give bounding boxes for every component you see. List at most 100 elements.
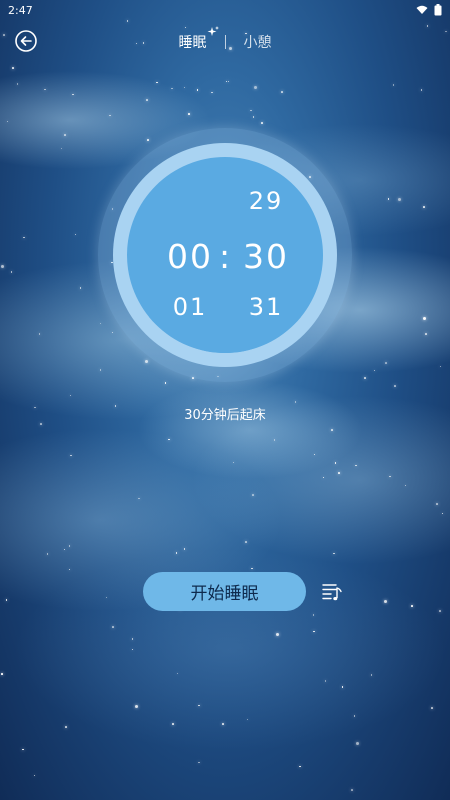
star <box>183 548 186 550</box>
star <box>68 568 71 571</box>
status-time: 2:47 <box>8 3 33 17</box>
star <box>225 80 228 83</box>
star <box>356 742 360 746</box>
star <box>441 512 443 515</box>
star <box>172 723 174 725</box>
star <box>5 599 8 601</box>
star <box>299 765 301 768</box>
star <box>245 541 247 543</box>
star <box>109 114 111 117</box>
star <box>322 476 325 479</box>
star <box>246 718 249 721</box>
star <box>138 497 140 500</box>
star <box>147 139 149 141</box>
star <box>436 503 438 505</box>
star <box>439 610 441 612</box>
cloud-background <box>0 0 450 800</box>
star <box>389 475 391 478</box>
star <box>383 599 387 603</box>
star <box>331 429 333 431</box>
star <box>341 686 344 688</box>
star <box>211 91 213 94</box>
star <box>111 331 114 334</box>
battery-icon <box>434 4 442 16</box>
star <box>333 552 335 555</box>
start-sleep-button[interactable]: 开始睡眠 <box>143 572 306 611</box>
minute-prev[interactable]: 29 <box>243 187 289 215</box>
star <box>250 109 252 112</box>
star <box>313 453 316 456</box>
star <box>439 365 442 368</box>
star <box>253 85 257 89</box>
star <box>99 369 102 371</box>
star <box>188 113 190 115</box>
star <box>276 633 280 637</box>
star <box>313 630 315 633</box>
tab-nap-label: 小憩 <box>243 35 272 51</box>
star <box>70 454 72 457</box>
star <box>0 265 4 269</box>
picker-clip <box>127 317 323 353</box>
minute-current[interactable]: 30 <box>243 237 289 276</box>
star <box>252 494 254 496</box>
star <box>144 360 148 364</box>
star <box>334 462 337 464</box>
star <box>65 726 67 728</box>
star <box>294 401 297 403</box>
star <box>351 789 353 791</box>
star <box>74 233 77 236</box>
tab-divider <box>224 35 226 49</box>
music-playlist-icon[interactable] <box>321 580 345 604</box>
star <box>135 705 139 709</box>
hour-current[interactable]: 00 <box>167 237 213 276</box>
star <box>420 89 423 91</box>
status-bar: 2:47 <box>0 0 450 20</box>
star <box>175 552 178 554</box>
star <box>171 87 173 90</box>
time-picker[interactable]: 29 00 : 30 01 31 <box>127 157 323 353</box>
wake-time-info: 30分钟后起床 <box>184 408 266 423</box>
star <box>69 394 72 397</box>
star <box>10 271 13 273</box>
star <box>16 83 19 85</box>
star <box>60 147 63 150</box>
star <box>398 197 402 201</box>
star <box>46 553 49 555</box>
star <box>312 614 315 616</box>
star <box>99 322 102 325</box>
star <box>373 369 376 372</box>
star <box>131 638 134 640</box>
star <box>222 723 224 725</box>
star <box>385 362 387 364</box>
star <box>370 674 372 676</box>
star <box>38 333 40 335</box>
tab-nap[interactable]: 小憩 <box>244 32 272 52</box>
star <box>431 707 433 709</box>
star <box>168 438 170 441</box>
mode-tabs: 睡眠 小憩 <box>0 26 450 52</box>
star <box>364 377 366 379</box>
star <box>411 605 413 607</box>
star <box>40 423 42 425</box>
star <box>281 91 283 93</box>
star <box>156 81 158 84</box>
star <box>176 672 179 675</box>
star <box>79 287 82 289</box>
star <box>394 385 396 387</box>
star <box>198 761 200 764</box>
star <box>425 333 427 335</box>
star-field <box>0 0 450 800</box>
star <box>252 116 255 118</box>
star <box>423 206 425 208</box>
star <box>251 567 253 570</box>
star <box>63 548 66 551</box>
star <box>112 626 114 628</box>
star <box>23 236 25 239</box>
star <box>44 88 46 90</box>
wifi-icon <box>416 5 428 14</box>
star <box>261 122 263 124</box>
star <box>164 382 167 384</box>
star <box>338 472 340 474</box>
star <box>273 439 276 441</box>
tab-sleep[interactable]: 睡眠 <box>179 26 219 52</box>
